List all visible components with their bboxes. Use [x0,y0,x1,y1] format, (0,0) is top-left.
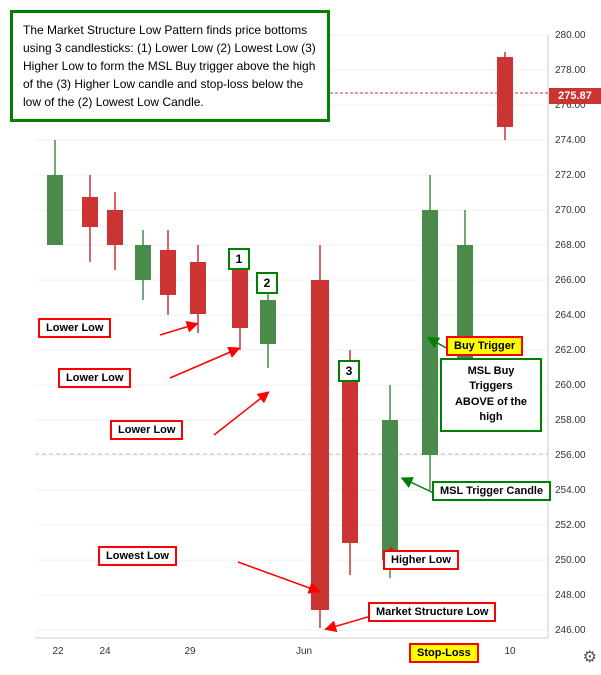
svg-text:266.00: 266.00 [555,275,586,286]
svg-text:29: 29 [184,646,196,657]
chart-container: The Market Structure Low Pattern finds p… [0,0,601,675]
lower-low-label-2: Lower Low [58,368,131,388]
buy-trigger-label: Buy Trigger [446,336,523,356]
svg-text:24: 24 [99,646,111,657]
svg-text:270.00: 270.00 [555,205,586,216]
settings-gear-icon[interactable]: ⚙ [583,647,597,667]
lowest-low-label: Lowest Low [98,546,177,566]
higher-low-label: Higher Low [383,550,459,570]
candle-label-3: 3 [338,360,360,382]
candle-label-1: 1 [228,248,250,270]
market-structure-low-label: Market Structure Low [368,602,496,622]
current-price-box: 275.87 [549,88,601,104]
lower-low-label-1: Lower Low [38,318,111,338]
msl-buy-triggers-box: MSL BuyTriggersABOVE of thehigh [440,358,542,432]
candle-label-2: 2 [256,272,278,294]
svg-text:280.00: 280.00 [555,30,586,41]
msl-trigger-candle-label: MSL Trigger Candle [432,481,551,501]
svg-text:268.00: 268.00 [555,240,586,251]
svg-text:22: 22 [52,646,64,657]
svg-text:Jun: Jun [296,646,312,657]
svg-text:258.00: 258.00 [555,415,586,426]
svg-text:10: 10 [504,646,516,657]
svg-text:256.00: 256.00 [555,450,586,461]
svg-text:278.00: 278.00 [555,65,586,76]
svg-text:264.00: 264.00 [555,310,586,321]
svg-text:272.00: 272.00 [555,170,586,181]
stop-loss-label: Stop-Loss [409,643,479,663]
svg-text:262.00: 262.00 [555,345,586,356]
svg-text:274.00: 274.00 [555,135,586,146]
svg-text:254.00: 254.00 [555,485,586,496]
svg-text:248.00: 248.00 [555,590,586,601]
lower-low-label-3: Lower Low [110,420,183,440]
info-box-text: The Market Structure Low Pattern finds p… [23,23,316,109]
info-box: The Market Structure Low Pattern finds p… [10,10,330,122]
svg-text:252.00: 252.00 [555,520,586,531]
svg-text:260.00: 260.00 [555,380,586,391]
svg-text:246.00: 246.00 [555,625,586,636]
svg-text:250.00: 250.00 [555,555,586,566]
